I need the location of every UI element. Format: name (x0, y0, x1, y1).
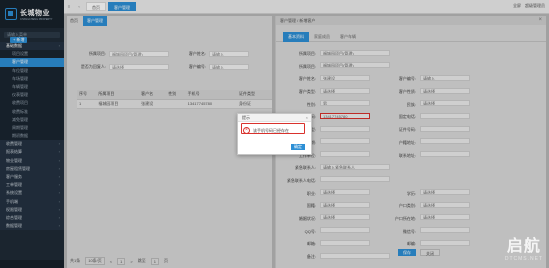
dialog-title-text: 提示 (242, 115, 250, 120)
dialog-ok-button[interactable]: 确定 (291, 144, 305, 150)
watermark-title: 启航 (506, 238, 541, 255)
dialog-title: 提示 × (238, 114, 311, 122)
watermark: 启航 DTCMS.NET (505, 232, 543, 262)
alert-dialog: 提示 × × 该手机号码已经存在 确定 (237, 113, 312, 155)
dialog-close-icon[interactable]: × (306, 114, 308, 122)
highlight-ring (241, 123, 305, 134)
watermark-url: DTCMS.NET (504, 256, 543, 262)
